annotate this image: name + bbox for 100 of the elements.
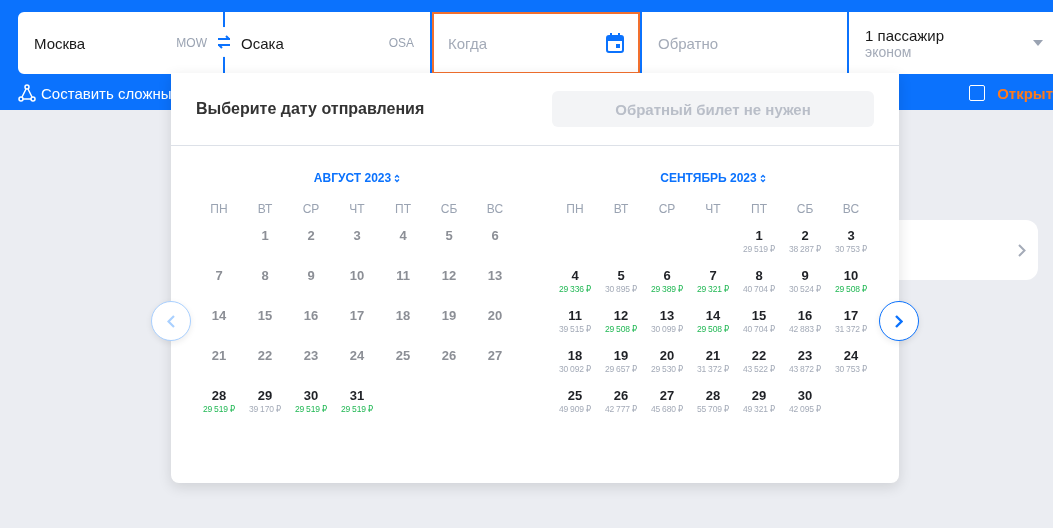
chevron-right-icon xyxy=(895,314,903,328)
checkbox-label: Открыт xyxy=(997,84,1053,102)
checkbox[interactable] xyxy=(969,85,986,101)
origin-code: MOW xyxy=(176,36,207,50)
day-number: 5 xyxy=(445,228,453,243)
day-number[interactable]: 27 xyxy=(659,388,675,403)
caret-icon xyxy=(1033,40,1043,46)
weekday-label: СБ xyxy=(440,201,458,218)
day-number: 3 xyxy=(353,228,361,243)
day-price: 31 372 ₽ xyxy=(834,323,868,335)
day-number[interactable]: 30 xyxy=(303,388,319,403)
day-number[interactable]: 28 xyxy=(705,388,721,403)
day-number[interactable]: 20 xyxy=(659,348,675,363)
weekday-label: ВС xyxy=(842,201,860,218)
day-number[interactable]: 14 xyxy=(705,308,721,323)
day-price: 49 321 ₽ xyxy=(742,403,776,415)
day-number[interactable]: 18 xyxy=(567,348,583,363)
destination-field[interactable]: Осака OSA xyxy=(225,12,430,74)
day-price: 29 508 ₽ xyxy=(604,323,638,335)
day-number[interactable]: 10 xyxy=(843,268,859,283)
day-price: 39 515 ₽ xyxy=(558,323,592,335)
day-number: 8 xyxy=(261,268,269,283)
day-price: 29 508 ₽ xyxy=(696,323,730,335)
calendar-icon xyxy=(606,33,624,53)
day-number[interactable]: 19 xyxy=(613,348,629,363)
weekday-label: ЧТ xyxy=(705,201,721,218)
chevron-right-icon xyxy=(1018,243,1026,257)
day-number[interactable]: 3 xyxy=(847,228,855,243)
day-number[interactable]: 7 xyxy=(709,268,717,283)
day-price: 49 909 ₽ xyxy=(558,403,592,415)
day-number[interactable]: 11 xyxy=(568,308,582,323)
day-number: 7 xyxy=(215,268,223,283)
day-number: 27 xyxy=(487,348,503,363)
day-number[interactable]: 26 xyxy=(613,388,629,403)
day-price: 38 287 ₽ xyxy=(788,243,822,255)
day-price: 42 777 ₽ xyxy=(604,403,638,415)
month-selector[interactable]: СЕНТЯБРЬ 2023 xyxy=(660,168,766,188)
sort-arrows-icon xyxy=(394,173,401,183)
day-price: 40 704 ₽ xyxy=(742,323,776,335)
weekday-label: ПТ xyxy=(751,201,767,218)
day-number: 11 xyxy=(396,268,410,283)
weekday-label: ВТ xyxy=(257,201,273,218)
day-number[interactable]: 22 xyxy=(751,348,767,363)
day-number: 19 xyxy=(441,308,457,323)
day-number[interactable]: 1 xyxy=(755,228,763,243)
day-number[interactable]: 17 xyxy=(843,308,859,323)
day-number[interactable]: 5 xyxy=(617,268,625,283)
day-price: 31 372 ₽ xyxy=(696,363,730,375)
day-number[interactable]: 21 xyxy=(705,348,721,363)
day-number[interactable]: 28 xyxy=(211,388,227,403)
depart-placeholder: Когда xyxy=(448,34,488,52)
day-price: 30 753 ₽ xyxy=(834,363,868,375)
day-price: 29 508 ₽ xyxy=(834,283,868,295)
day-number[interactable]: 15 xyxy=(751,308,767,323)
day-number: 12 xyxy=(441,268,457,283)
origin-field[interactable]: Москва MOW xyxy=(18,12,223,74)
weekday-label: ВС xyxy=(486,201,504,218)
day-number[interactable]: 8 xyxy=(755,268,763,283)
next-month-button[interactable] xyxy=(879,301,919,341)
day-price: 30 092 ₽ xyxy=(558,363,592,375)
day-number[interactable]: 2 xyxy=(801,228,809,243)
day-number: 18 xyxy=(395,308,411,323)
day-number[interactable]: 6 xyxy=(663,268,671,283)
day-number: 13 xyxy=(487,268,503,283)
destination-code: OSA xyxy=(388,36,414,50)
day-number[interactable]: 24 xyxy=(843,348,859,363)
day-number[interactable]: 12 xyxy=(613,308,629,323)
complex-route-link[interactable]: Составить сложны xyxy=(18,84,172,102)
weekday-label: СР xyxy=(302,201,320,218)
day-number[interactable]: 16 xyxy=(797,308,813,323)
day-number[interactable]: 23 xyxy=(797,348,813,363)
day-price: 29 519 ₽ xyxy=(742,243,776,255)
return-placeholder: Обратно xyxy=(658,34,720,52)
cabin-class: эконом xyxy=(865,43,912,60)
day-price: 42 883 ₽ xyxy=(788,323,822,335)
day-price: 29 530 ₽ xyxy=(650,363,684,375)
day-number[interactable]: 29 xyxy=(751,388,767,403)
day-number: 23 xyxy=(303,348,319,363)
month-selector[interactable]: АВГУСТ 2023 xyxy=(313,168,401,188)
day-price: 43 522 ₽ xyxy=(742,363,776,375)
weekday-label: ЧТ xyxy=(349,201,365,218)
day-number[interactable]: 4 xyxy=(571,268,579,283)
weekday-label: ПТ xyxy=(395,201,411,218)
day-number: 17 xyxy=(349,308,365,323)
day-number[interactable]: 29 xyxy=(257,388,273,403)
day-number[interactable]: 30 xyxy=(797,388,813,403)
day-number[interactable]: 25 xyxy=(567,388,583,403)
weekday-label: ПН xyxy=(210,201,228,218)
chevron-left-icon xyxy=(167,314,175,328)
weekday-label: ВТ xyxy=(613,201,629,218)
day-price: 45 680 ₽ xyxy=(650,403,684,415)
day-number: 1 xyxy=(261,228,269,243)
day-number[interactable]: 13 xyxy=(659,308,675,323)
day-number: 26 xyxy=(441,348,457,363)
day-number[interactable]: 31 xyxy=(349,388,365,403)
day-price: 42 095 ₽ xyxy=(788,403,822,415)
sort-arrows-icon xyxy=(759,173,766,183)
day-number[interactable]: 9 xyxy=(801,268,809,283)
passengers-field[interactable]: 1 пассажир эконом xyxy=(849,12,1053,74)
day-price: 39 170 ₽ xyxy=(248,403,282,415)
